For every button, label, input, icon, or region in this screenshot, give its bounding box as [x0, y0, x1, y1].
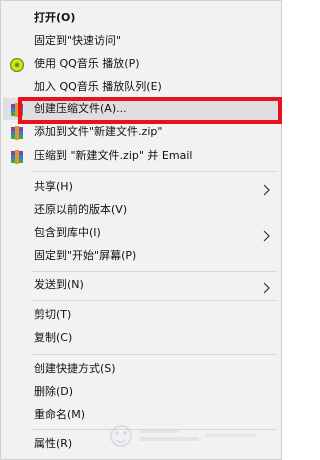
menu-item-copy[interactable]: 复制(C): [1, 327, 283, 349]
menu-item-zip-and-email[interactable]: 压缩到 "新建文件.zip" 并 Email: [1, 145, 283, 167]
menu-item-label: 加入 QQ音乐 播放队列(E): [34, 80, 162, 93]
menu-item-label: 共享(H): [34, 180, 73, 193]
winrar-icon: [10, 125, 24, 140]
menu-item-label: 创建快捷方式(S): [34, 362, 116, 375]
chevron-right-icon: [261, 227, 271, 242]
menu-separator: [32, 271, 277, 272]
menu-item-label: 固定到"开始"屏幕(P): [34, 249, 137, 262]
menu-item-label: 重命名(M): [34, 408, 86, 421]
menu-item-qq-music-play[interactable]: 使用 QQ音乐 播放(P): [1, 53, 283, 75]
winrar-icon: [10, 149, 24, 164]
menu-item-label: 包含到库中(I): [34, 226, 101, 239]
chevron-right-icon: [261, 181, 271, 196]
menu-separator: [32, 300, 277, 301]
menu-item-label: 剪切(T): [34, 308, 72, 321]
menu-item-pin-to-start[interactable]: 固定到"开始"屏幕(P): [1, 245, 283, 267]
qq-music-icon: [9, 57, 25, 73]
menu-item-label: 复制(C): [34, 331, 73, 344]
menu-item-create-shortcut[interactable]: 创建快捷方式(S): [1, 358, 283, 380]
menu-item-label: 属性(R): [34, 437, 73, 450]
context-menu: 打开(O) 固定到"快速访问" 使用 QQ音乐 播放(P) 加入 QQ音乐 播放…: [0, 0, 282, 460]
menu-item-pin-quick-access[interactable]: 固定到"快速访问": [1, 30, 283, 52]
menu-separator: [32, 171, 277, 172]
menu-item-label: 固定到"快速访问": [34, 34, 122, 47]
watermark-logo: [107, 419, 267, 453]
menu-item-label: 添加到文件"新建文件.zip": [34, 125, 163, 138]
menu-item-label: 删除(D): [34, 385, 74, 398]
menu-item-share[interactable]: 共享(H): [1, 176, 283, 198]
menu-item-delete[interactable]: 删除(D): [1, 381, 283, 403]
menu-item-restore-versions[interactable]: 还原以前的版本(V): [1, 199, 283, 221]
menu-item-label: 压缩到 "新建文件.zip" 并 Email: [34, 149, 193, 162]
menu-item-add-to-zip[interactable]: 添加到文件"新建文件.zip": [1, 121, 283, 143]
highlight-annotation-box: [18, 97, 282, 124]
menu-item-label: 打开(O): [34, 11, 76, 24]
menu-separator: [32, 354, 277, 355]
menu-item-qq-music-queue[interactable]: 加入 QQ音乐 播放队列(E): [1, 76, 283, 98]
menu-item-open[interactable]: 打开(O): [1, 7, 283, 29]
menu-item-send-to[interactable]: 发送到(N): [1, 274, 283, 296]
menu-item-cut[interactable]: 剪切(T): [1, 304, 283, 326]
menu-item-label: 使用 QQ音乐 播放(P): [34, 57, 140, 70]
menu-item-label: 发送到(N): [34, 278, 84, 291]
menu-item-include-in-library[interactable]: 包含到库中(I): [1, 222, 283, 244]
chevron-right-icon: [261, 279, 271, 294]
menu-item-label: 还原以前的版本(V): [34, 203, 128, 216]
